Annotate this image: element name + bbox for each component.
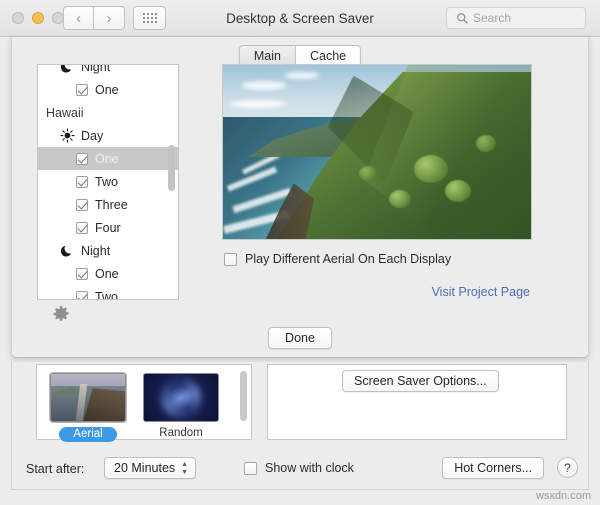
screensaver-item-random[interactable]: Random — [143, 373, 219, 439]
list-item-checkbox[interactable] — [76, 175, 88, 188]
show-with-clock-checkbox[interactable] — [244, 461, 257, 475]
screensaver-label-random: Random — [159, 427, 203, 439]
thumb-random-spiral — [161, 377, 201, 418]
list-item-label: One — [95, 82, 119, 97]
aerial-preview-image — [222, 64, 532, 240]
search-icon — [457, 13, 468, 24]
list-section-label: Night — [81, 64, 111, 74]
sun-icon — [60, 128, 75, 143]
screensaver-pane: Aerial Random Screen Saver Options... St… — [11, 362, 589, 490]
search-input[interactable]: Search — [446, 7, 586, 29]
desktop-screensaver-window: ‹ › Desktop & Screen Saver Search Main C… — [0, 0, 600, 505]
start-after-value: 20 Minutes — [114, 461, 176, 475]
list-item-night-one-top[interactable]: One — [38, 78, 178, 101]
play-different-aerial-checkbox[interactable] — [224, 252, 237, 266]
random-thumbnail-image — [143, 373, 219, 422]
list-section-label: Day — [81, 128, 104, 143]
list-section-day[interactable]: Day — [38, 124, 178, 147]
watermark: wsxdn.com — [535, 490, 591, 502]
start-after-label: Start after: — [26, 462, 85, 476]
video-list-panel[interactable]: Night One Hawaii Day One Two Three Four … — [37, 64, 179, 300]
list-group-hawaii[interactable]: Hawaii — [38, 101, 178, 124]
list-item-checkbox[interactable] — [76, 198, 88, 211]
list-item-label: One — [95, 151, 119, 166]
list-section-night-top[interactable]: Night — [38, 64, 178, 78]
list-item-checkbox[interactable] — [76, 290, 88, 299]
list-scrollbar-thumb[interactable] — [168, 145, 175, 191]
list-item-label: Two — [95, 289, 118, 300]
done-button[interactable]: Done — [268, 327, 332, 349]
hot-corners-button[interactable]: Hot Corners... — [442, 457, 544, 479]
list-item-checkbox[interactable] — [76, 152, 88, 165]
preview-cloud — [241, 80, 288, 90]
preview-cloud — [284, 71, 319, 79]
preview-foliage — [444, 179, 471, 202]
list-item-label: Three — [95, 197, 128, 212]
start-after-select[interactable]: 20 Minutes ▲ ▼ — [104, 457, 196, 479]
list-group-label: Hawaii — [46, 105, 84, 120]
help-button[interactable]: ? — [557, 457, 578, 478]
chevron-updown-icon: ▲ ▼ — [181, 461, 188, 476]
list-item-day-two[interactable]: Two — [38, 170, 178, 193]
list-section-night[interactable]: Night — [38, 239, 178, 262]
moon-icon — [60, 65, 71, 73]
preview-foliage — [475, 134, 496, 152]
list-item-label: One — [95, 266, 119, 281]
video-list-rows: Night One Hawaii Day One Two Three Four … — [38, 64, 178, 300]
list-item-day-one[interactable]: One — [38, 147, 178, 170]
moon-icon — [60, 245, 71, 257]
aerial-thumbnail-image — [50, 373, 126, 422]
gear-icon[interactable] — [52, 305, 70, 323]
preview-foliage — [358, 165, 377, 181]
screensaver-item-aerial[interactable]: Aerial — [50, 373, 126, 442]
show-with-clock-option[interactable]: Show with clock — [244, 461, 354, 475]
list-item-checkbox[interactable] — [76, 83, 88, 96]
thumbnail-scrollbar-thumb[interactable] — [240, 371, 247, 421]
window-titlebar: ‹ › Desktop & Screen Saver Search — [0, 0, 600, 37]
list-item-label: Four — [95, 220, 121, 235]
list-section-label: Night — [81, 243, 111, 258]
list-item-night-one[interactable]: One — [38, 262, 178, 285]
screensaver-bottom-controls: Start after: 20 Minutes ▲ ▼ Show with clo… — [12, 452, 590, 490]
list-item-night-two[interactable]: Two — [38, 285, 178, 300]
visit-project-page-link[interactable]: Visit Project Page — [432, 285, 530, 299]
search-placeholder: Search — [473, 11, 512, 25]
list-item-label: Two — [95, 174, 118, 189]
play-different-aerial-option[interactable]: Play Different Aerial On Each Display — [224, 252, 451, 266]
play-different-aerial-label: Play Different Aerial On Each Display — [245, 252, 452, 266]
list-item-day-four[interactable]: Four — [38, 216, 178, 239]
aerial-settings-sheet: Main Cache Night One Hawaii Day One Two … — [11, 37, 589, 358]
screen-saver-options-button[interactable]: Screen Saver Options... — [342, 370, 499, 392]
window-title-text: Desktop & Screen Saver — [226, 11, 374, 26]
list-scrollbar[interactable] — [167, 67, 176, 299]
list-item-checkbox[interactable] — [76, 221, 88, 234]
screensaver-label-aerial: Aerial — [59, 427, 117, 442]
list-item-checkbox[interactable] — [76, 267, 88, 280]
screensaver-thumbnail-list[interactable]: Aerial Random — [36, 364, 252, 442]
list-item-day-three[interactable]: Three — [38, 193, 178, 216]
screensaver-options-panel: Screen Saver Options... — [267, 364, 567, 440]
show-with-clock-label: Show with clock — [265, 461, 354, 475]
thumbnail-scrollbar[interactable] — [239, 368, 248, 436]
preview-cloud — [229, 99, 288, 108]
